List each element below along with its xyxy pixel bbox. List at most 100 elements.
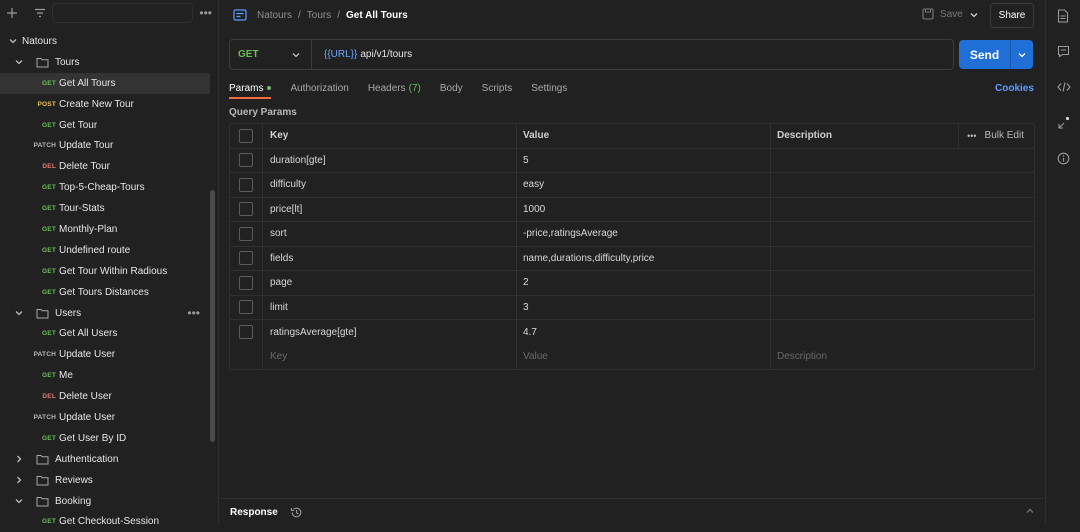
request-item[interactable]: GET Tour-Stats [0, 198, 210, 219]
breadcrumb-current[interactable]: Get All Tours [346, 10, 408, 21]
plus-icon[interactable] [6, 7, 18, 19]
param-description[interactable] [771, 222, 1034, 246]
param-description[interactable] [771, 149, 1034, 173]
param-value[interactable]: 3 [517, 295, 771, 319]
param-checkbox[interactable] [239, 226, 253, 241]
request-item[interactable]: PATCH Update User [0, 407, 210, 428]
history-icon[interactable] [290, 506, 303, 519]
sidebar-scrollbar[interactable] [210, 190, 215, 442]
select-all-checkbox[interactable] [239, 128, 253, 143]
info-icon[interactable] [1057, 152, 1070, 165]
folder-item[interactable]: Tours [0, 52, 210, 73]
request-item[interactable]: GET Get All Users [0, 323, 210, 344]
param-checkbox[interactable] [239, 275, 253, 290]
chevron-down-icon[interactable] [1011, 40, 1033, 69]
param-description[interactable] [771, 198, 1034, 222]
url-input[interactable]: {{URL}} api/v1/tours [312, 40, 953, 69]
breadcrumb-folder[interactable]: Tours [307, 10, 331, 21]
bulk-edit-button[interactable]: ••• Bulk Edit [958, 124, 1034, 148]
param-description[interactable] [771, 271, 1034, 295]
breadcrumb-collection[interactable]: Natours [257, 10, 292, 21]
save-button[interactable]: Save [922, 8, 963, 20]
request-item[interactable]: DEL Delete User [0, 386, 210, 407]
chevron-right-icon[interactable] [13, 453, 25, 465]
param-checkbox[interactable] [239, 325, 253, 340]
collection-item[interactable]: Natours [0, 31, 210, 52]
param-description[interactable] [771, 173, 1034, 197]
folder-item[interactable]: Reviews [0, 470, 210, 491]
chevron-up-icon[interactable] [1025, 506, 1035, 516]
tab-body[interactable]: Body [440, 78, 463, 98]
comments-icon[interactable] [1057, 45, 1070, 58]
documentation-icon[interactable] [1057, 9, 1069, 23]
request-item[interactable]: GET Get Tour [0, 115, 210, 136]
sidebar-search-input[interactable] [52, 3, 194, 23]
request-item[interactable]: GET Get Tour Within Radious [0, 261, 210, 282]
new-key-input[interactable]: Key [263, 344, 517, 369]
send-button[interactable]: Send [959, 40, 1033, 69]
folder-item[interactable]: Users ••• [0, 303, 210, 324]
request-item[interactable]: GET Me [0, 365, 210, 386]
param-key[interactable]: limit [263, 295, 517, 319]
request-item[interactable]: PATCH Update Tour [0, 135, 210, 156]
param-key[interactable]: ratingsAverage[gte] [263, 320, 517, 345]
param-checkbox[interactable] [239, 153, 253, 168]
request-item[interactable]: GET Monthly-Plan [0, 219, 210, 240]
method-select[interactable]: GET [230, 40, 312, 69]
param-checkbox[interactable] [239, 251, 253, 266]
cookies-link[interactable]: Cookies [995, 83, 1034, 94]
tab-authorization[interactable]: Authorization [290, 78, 348, 98]
param-description[interactable] [771, 296, 1034, 320]
param-key[interactable]: page [263, 271, 517, 295]
request-label: Tour-Stats [59, 203, 105, 215]
param-key[interactable]: sort [263, 222, 517, 246]
param-value[interactable]: 1000 [517, 197, 771, 221]
request-item[interactable]: GET Get Checkout-Session [0, 511, 210, 532]
request-item[interactable]: POST Create New Tour [0, 94, 210, 115]
param-value[interactable]: name,durations,difficulty,price [517, 246, 771, 270]
param-value[interactable]: 2 [517, 271, 771, 295]
param-value[interactable]: 4.7 [517, 320, 771, 345]
param-checkbox[interactable] [239, 300, 253, 315]
more-options-icon[interactable]: ••• [187, 306, 200, 320]
param-value[interactable]: -price,ratingsAverage [517, 222, 771, 246]
tab-headers[interactable]: Headers (7) [368, 78, 421, 98]
folder-item[interactable]: Authentication [0, 449, 210, 470]
collection-tree: Natours Tours GET Get All Tours POST Create N… [0, 31, 210, 532]
param-value[interactable]: easy [517, 173, 771, 197]
request-item[interactable]: GET Get Tours Distances [0, 282, 210, 303]
chevron-down-icon[interactable] [969, 10, 979, 20]
related-collections-icon[interactable] [1057, 116, 1071, 130]
param-key[interactable]: duration[gte] [263, 148, 517, 172]
param-key[interactable]: price[lt] [263, 197, 517, 221]
request-item[interactable]: DEL Delete Tour [0, 156, 210, 177]
tab-scripts[interactable]: Scripts [482, 78, 513, 98]
request-item[interactable]: GET Get All Tours [0, 72, 210, 94]
filter-icon[interactable] [34, 8, 46, 18]
chevron-down-icon[interactable] [13, 307, 25, 319]
param-description[interactable] [771, 247, 1034, 271]
param-key[interactable]: fields [263, 246, 517, 270]
share-button[interactable]: Share [990, 3, 1034, 28]
chevron-down-icon[interactable] [13, 495, 25, 507]
param-value[interactable]: 5 [517, 148, 771, 172]
chevron-down-icon[interactable] [13, 56, 25, 68]
chevron-right-icon[interactable] [13, 474, 25, 486]
folder-item[interactable]: Booking [0, 491, 210, 512]
param-description[interactable] [771, 320, 1034, 345]
request-item[interactable]: GET Undefined route [0, 240, 210, 261]
request-label: Get All Users [59, 328, 118, 340]
param-checkbox[interactable] [239, 202, 253, 217]
new-description-input[interactable]: Description [771, 345, 1034, 370]
request-item[interactable]: GET Get User By ID [0, 428, 210, 449]
request-item[interactable]: PATCH Update User [0, 344, 210, 365]
request-item[interactable]: GET Top-5-Cheap-Tours [0, 177, 210, 198]
param-checkbox[interactable] [239, 177, 253, 192]
chevron-down-icon[interactable] [7, 35, 19, 47]
tab-params[interactable]: Params [229, 78, 272, 99]
param-key[interactable]: difficulty [263, 173, 517, 197]
tab-settings[interactable]: Settings [531, 78, 567, 98]
new-value-input[interactable]: Value [517, 344, 771, 369]
more-options-icon[interactable]: ••• [199, 6, 212, 20]
code-icon[interactable] [1057, 81, 1071, 93]
